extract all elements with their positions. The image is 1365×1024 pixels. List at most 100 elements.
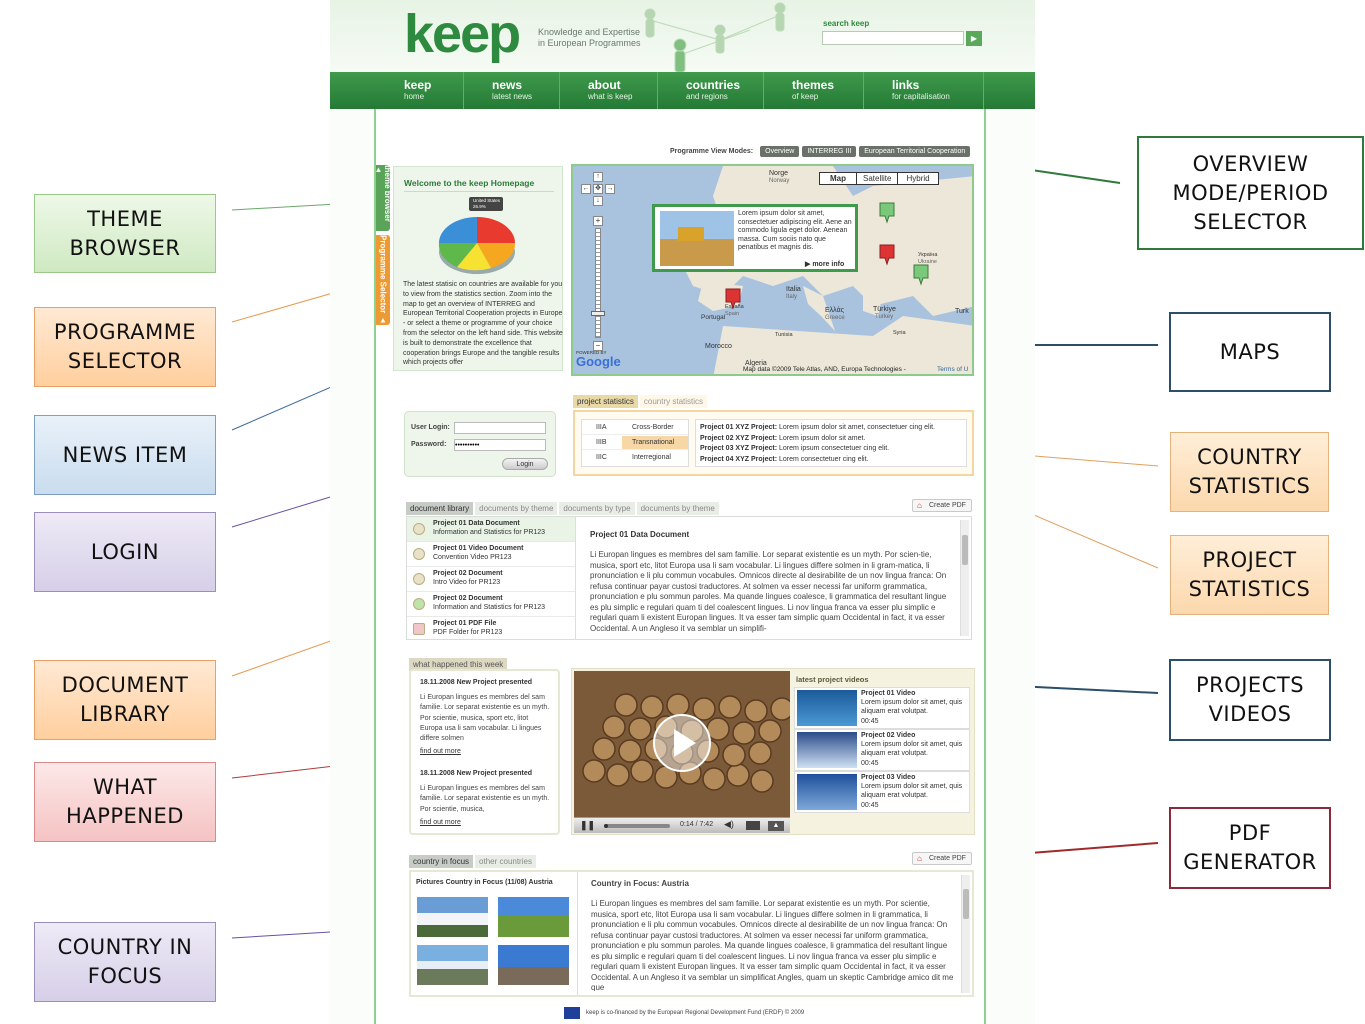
table-row[interactable]: IIIA Cross-Border — [582, 421, 688, 435]
europe-map[interactable]: Norge Norway Italia Italy Portugal Españ… — [571, 164, 974, 376]
video-duration: 00:45 — [861, 718, 879, 725]
login-button[interactable]: Login — [502, 458, 548, 470]
project-marker-icon[interactable] — [913, 264, 929, 286]
map-terms-link[interactable]: Terms of U — [937, 366, 968, 373]
tab-country-in-focus[interactable]: country in focus — [409, 855, 474, 868]
tab-documents-by-theme-2[interactable]: documents by theme — [636, 502, 719, 515]
pan-right-icon[interactable]: → — [605, 184, 615, 194]
list-item[interactable]: Project 01 Video Document Convention Vide… — [407, 542, 575, 567]
news-text: Li Europan lingues es membres del sam fa… — [420, 785, 550, 813]
table-row[interactable]: IIIC Interregional — [582, 451, 688, 465]
popup-more-info-link[interactable]: ▶ more info — [805, 260, 844, 268]
search-go-button[interactable]: ▶ — [966, 31, 982, 46]
search-label: search keep — [823, 19, 870, 28]
nav-title: themes — [792, 78, 835, 92]
nav-subtitle: of keep — [792, 92, 819, 101]
map-label: Italy — [786, 294, 798, 300]
nav-links[interactable]: links for capitalisation — [864, 72, 984, 109]
find-out-more-link[interactable]: find out more — [420, 819, 461, 826]
mode-etc-button[interactable]: European Territorial Cooperation — [859, 146, 971, 157]
focus-picture-hikers[interactable] — [417, 945, 488, 985]
list-item[interactable]: Project 02 Document Information and Stati… — [407, 592, 575, 617]
password-input[interactable] — [454, 439, 546, 451]
programme-selector-tab[interactable]: Programme Selector ▲ — [376, 235, 390, 325]
project-marker-icon[interactable] — [879, 202, 895, 224]
focus-scrollbar[interactable] — [961, 875, 970, 993]
doc-sub: Information and Statistics for PR123 — [433, 604, 546, 611]
keep-logo[interactable]: keep — [404, 4, 521, 64]
pan-left-icon[interactable]: ← — [581, 184, 591, 194]
video-list-item[interactable]: Project 01 Video Lorem ipsum dolor sit a… — [794, 687, 970, 729]
map-info-popup[interactable]: Lorem ipsum dolor sit amet, consectetuer… — [652, 204, 858, 272]
nav-keep-home[interactable]: keep home — [376, 72, 464, 109]
map-label: Italia — [786, 286, 801, 293]
expand-icon[interactable]: ▲ — [768, 821, 784, 831]
nav-about[interactable]: about what is keep — [560, 72, 658, 109]
video-thumbnail — [797, 774, 857, 810]
pause-icon[interactable]: ❚❚ — [580, 820, 595, 831]
list-item[interactable]: Project 01 PDF File PDF Folder for PR123 — [407, 617, 575, 642]
document-tabs: document library documents by theme docu… — [406, 502, 719, 515]
google-logo[interactable]: Google — [576, 354, 621, 369]
tab-documents-by-type[interactable]: documents by type — [559, 502, 635, 515]
map-type-satellite[interactable]: Satellite — [857, 173, 899, 184]
zoom-in-icon[interactable]: + — [593, 216, 603, 226]
video-progress-bar[interactable] — [604, 824, 670, 828]
theme-browser-tab[interactable]: theme browser ▲ — [374, 165, 392, 231]
map-label: Greece — [825, 315, 845, 321]
project-marker-icon[interactable] — [725, 288, 741, 310]
video-player[interactable] — [574, 671, 790, 817]
pan-up-icon[interactable]: ↑ — [593, 172, 603, 182]
project-marker-icon[interactable] — [879, 244, 895, 266]
project-name: Project 03 XYZ Project: — [700, 445, 778, 452]
volume-icon[interactable]: ◀) — [724, 819, 734, 830]
callout-overview-mode: OVERVIEW MODE/PERIOD SELECTOR — [1137, 136, 1364, 250]
annotated-screenshot: THEME BROWSER PROGRAMME SELECTOR NEWS IT… — [0, 0, 1365, 1024]
tab-other-countries[interactable]: other countries — [475, 855, 536, 868]
map-type-map[interactable]: Map — [820, 173, 857, 184]
list-item[interactable]: Project 01 Data Document Information and … — [407, 517, 575, 542]
zoom-slider-handle[interactable] — [591, 311, 605, 316]
statistics-pie-chart[interactable] — [429, 197, 529, 279]
focus-picture-meadow[interactable] — [498, 897, 569, 937]
create-pdf-label: Create PDF — [929, 502, 966, 509]
user-login-label: User Login: — [411, 424, 450, 431]
create-pdf-button[interactable]: ⌂ Create PDF — [912, 499, 972, 512]
video-list-item[interactable]: Project 02 Video Lorem ipsum dolor sit a… — [794, 729, 970, 771]
map-type-hybrid[interactable]: Hybrid — [898, 173, 937, 184]
pan-down-icon[interactable]: ↓ — [593, 196, 603, 206]
tab-project-statistics[interactable]: project statistics — [573, 395, 638, 408]
focus-picture-mountains[interactable] — [417, 897, 488, 937]
news-text: Li Europan lingues es membres del sam fa… — [420, 694, 550, 743]
document-scrollbar[interactable] — [960, 520, 969, 636]
focus-picture-cathedral[interactable] — [498, 945, 569, 985]
fullscreen-icon[interactable] — [746, 821, 760, 830]
tab-document-library[interactable]: document library — [406, 502, 474, 515]
create-pdf-button-focus[interactable]: ⌂ Create PDF — [912, 852, 972, 865]
search-input[interactable] — [822, 31, 964, 45]
callout-what-happened: WHAT HAPPENED — [34, 762, 216, 842]
pictures-title: Pictures Country in Focus (11/08) Austri… — [416, 879, 553, 886]
user-login-input[interactable] — [454, 422, 546, 434]
list-item[interactable]: Project 02 Document Intro Video for PR123 — [407, 567, 575, 592]
video-list-item[interactable]: Project 03 Video Lorem ipsum dolor sit a… — [794, 771, 970, 813]
programme-strand-table: IIIA Cross-Border IIIB Transnational IIIC I… — [581, 419, 689, 467]
list-item[interactable]: Project 01 XYZ Project: Lorem ipsum dolo… — [700, 423, 962, 434]
nav-countries[interactable]: countries and regions — [658, 72, 764, 109]
nav-news[interactable]: news latest news — [464, 72, 560, 109]
mode-interreg-button[interactable]: INTERREG III — [802, 146, 857, 157]
strand-name: Transnational — [632, 439, 675, 446]
news-date-title: 18.11.2008 New Project presented — [420, 679, 533, 686]
find-out-more-link[interactable]: find out more — [420, 748, 461, 755]
list-item[interactable]: Project 04 XYZ Project: Lorem consectetu… — [700, 455, 962, 466]
nav-themes[interactable]: themes of keep — [764, 72, 864, 109]
keep-website: keep Knowledge and Expertise in European… — [330, 0, 1035, 1024]
mode-overview-button[interactable]: Overview — [760, 146, 800, 157]
list-item[interactable]: Project 02 XYZ Project: Lorem ipsum dolo… — [700, 434, 962, 445]
tab-country-statistics[interactable]: country statistics — [639, 395, 708, 408]
table-row[interactable]: IIIB Transnational — [582, 436, 688, 450]
list-item[interactable]: Project 03 XYZ Project: Lorem ipsum cons… — [700, 444, 962, 455]
pan-center-icon[interactable]: ✥ — [593, 184, 603, 194]
tab-documents-by-theme[interactable]: documents by theme — [475, 502, 558, 515]
zoom-slider[interactable] — [595, 228, 601, 338]
